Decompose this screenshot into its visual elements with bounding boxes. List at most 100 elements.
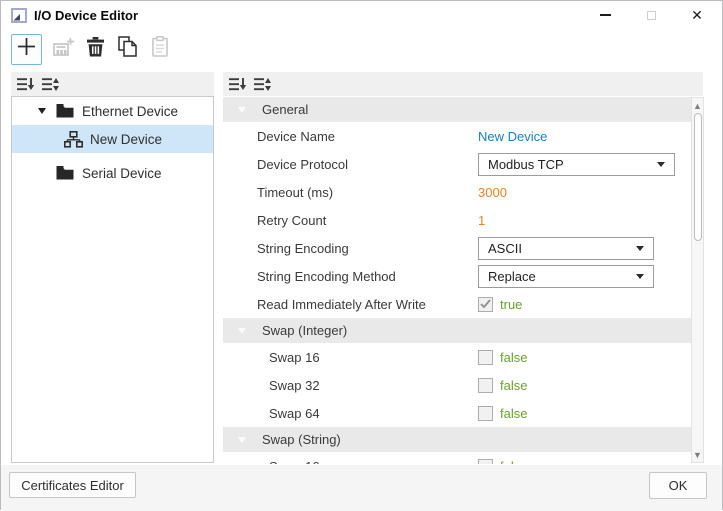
property-value: true — [478, 290, 522, 318]
delete-device-button[interactable] — [85, 36, 106, 62]
vertical-scrollbar[interactable]: ▲ ▼ — [691, 97, 704, 463]
expand-all-icon[interactable] — [42, 77, 60, 92]
expander-down-icon[interactable] — [38, 108, 56, 114]
value-text[interactable]: 1 — [478, 213, 485, 228]
property-value: ASCII — [478, 234, 654, 262]
checkbox-checked[interactable] — [478, 296, 493, 312]
checkbox-value-label: false — [500, 459, 527, 465]
value-text[interactable]: 3000 — [478, 185, 507, 200]
dropdown-value: Replace — [488, 268, 536, 284]
minimize-button[interactable] — [590, 1, 620, 29]
folder-icon — [56, 165, 74, 181]
chevron-down-icon — [636, 246, 644, 251]
section-title: General — [262, 102, 309, 117]
add-child-icon — [52, 37, 75, 62]
checkbox-value-label: false — [500, 405, 528, 421]
tree-item-ethernet-device[interactable]: Ethernet Device — [12, 97, 213, 125]
section-title: Swap (Integer) — [262, 323, 348, 338]
delete-icon — [87, 36, 104, 62]
property-row-string-encoding-method: String Encoding Method Replace — [223, 262, 691, 290]
property-label: Read Immediately After Write — [257, 296, 426, 312]
ok-button[interactable]: OK — [649, 472, 707, 499]
property-label: Timeout (ms) — [257, 184, 334, 200]
checkbox-value-label: true — [500, 296, 523, 312]
checkbox-unchecked[interactable] — [478, 458, 493, 464]
collapse-all-icon[interactable] — [229, 77, 247, 92]
tree-item-new-device[interactable]: New Device — [12, 125, 213, 153]
property-value: New Device — [478, 122, 547, 150]
property-value: Modbus TCP — [478, 150, 675, 178]
checkbox-value-label: false — [500, 377, 528, 393]
property-value: false — [478, 343, 527, 371]
chevron-down-icon — [657, 162, 665, 167]
scrollbar-thumb[interactable] — [693, 113, 702, 241]
copy-icon — [118, 36, 137, 62]
section-collapse-icon — [238, 106, 246, 113]
scroll-down-icon[interactable]: ▼ — [692, 448, 703, 461]
property-value: 3000 — [478, 178, 507, 206]
app-logo-icon — [11, 8, 27, 23]
paste-icon — [151, 36, 168, 62]
section-header-swap-string-[interactable]: Swap (String) — [223, 427, 691, 452]
add-child-device-button — [52, 37, 75, 62]
property-row-swap-16: Swap 16 false — [223, 452, 691, 464]
tree-panel-toolbar — [11, 72, 214, 96]
property-row-swap-16: Swap 16 false — [223, 343, 691, 371]
copy-device-button[interactable] — [117, 36, 138, 62]
tree-item-serial-device[interactable]: Serial Device — [12, 159, 213, 187]
certificates-editor-button[interactable]: Certificates Editor — [9, 472, 136, 498]
tree-item-label: Ethernet Device — [82, 103, 179, 119]
property-label: Retry Count — [257, 212, 327, 228]
titlebar: I/O Device Editor ✕ — [1, 1, 722, 29]
scroll-up-icon[interactable]: ▲ — [692, 99, 703, 112]
property-value: false — [478, 371, 527, 399]
property-value: false — [478, 399, 527, 427]
dropdown-device-protocol[interactable]: Modbus TCP — [478, 152, 675, 176]
device-tree: Ethernet Device New Device Serial Device — [11, 96, 214, 463]
checkbox-unchecked[interactable] — [478, 377, 493, 393]
maximize-button — [636, 1, 666, 29]
property-panel-toolbar — [223, 72, 703, 96]
chevron-down-icon — [636, 274, 644, 279]
section-title: Swap (String) — [262, 432, 341, 447]
expand-all-icon[interactable] — [254, 77, 272, 92]
value-text[interactable]: New Device — [478, 129, 547, 144]
checkbox-unchecked[interactable] — [478, 349, 493, 365]
property-value: Replace — [478, 262, 654, 290]
property-value: 1 — [478, 206, 485, 234]
property-label: Swap 16 — [269, 349, 320, 365]
minimize-icon — [599, 14, 611, 16]
property-label: String Encoding Method — [257, 268, 396, 284]
section-header-general[interactable]: General — [223, 97, 691, 122]
property-row-device-protocol: Device Protocol Modbus TCP — [223, 150, 691, 178]
dropdown-string-encoding[interactable]: ASCII — [478, 236, 654, 260]
close-button[interactable]: ✕ — [682, 1, 712, 29]
property-row-swap-64: Swap 64 false — [223, 399, 691, 427]
property-label: Swap 64 — [269, 405, 320, 421]
property-row-retry-count: Retry Count 1 — [223, 206, 691, 234]
property-row-swap-32: Swap 32 false — [223, 371, 691, 399]
property-label: String Encoding — [257, 240, 349, 256]
property-label: Device Protocol — [257, 156, 349, 172]
paste-device-button — [149, 36, 170, 62]
dropdown-string-encoding-method[interactable]: Replace — [478, 264, 654, 288]
close-icon: ✕ — [691, 7, 703, 23]
property-row-string-encoding: String Encoding ASCII — [223, 234, 691, 262]
footer: Certificates Editor OK — [1, 465, 722, 511]
add-device-button[interactable] — [11, 33, 42, 65]
section-header-swap-integer-[interactable]: Swap (Integer) — [223, 318, 691, 343]
toolbar — [11, 33, 170, 65]
section-collapse-icon — [238, 436, 246, 443]
maximize-icon — [646, 10, 656, 20]
property-row-timeout-ms-: Timeout (ms) 3000 — [223, 178, 691, 206]
property-value: false — [478, 452, 527, 464]
property-row-device-name: Device Name New Device — [223, 122, 691, 150]
dropdown-value: ASCII — [488, 240, 522, 256]
io-device-editor-dialog: I/O Device Editor ✕ Ethernet Device New … — [0, 0, 723, 511]
property-label: Swap 32 — [269, 377, 320, 393]
folder-icon — [56, 103, 74, 119]
checkbox-unchecked[interactable] — [478, 405, 493, 421]
collapse-all-icon[interactable] — [17, 77, 35, 92]
window-title: I/O Device Editor — [34, 8, 139, 23]
property-label: Device Name — [257, 128, 336, 144]
